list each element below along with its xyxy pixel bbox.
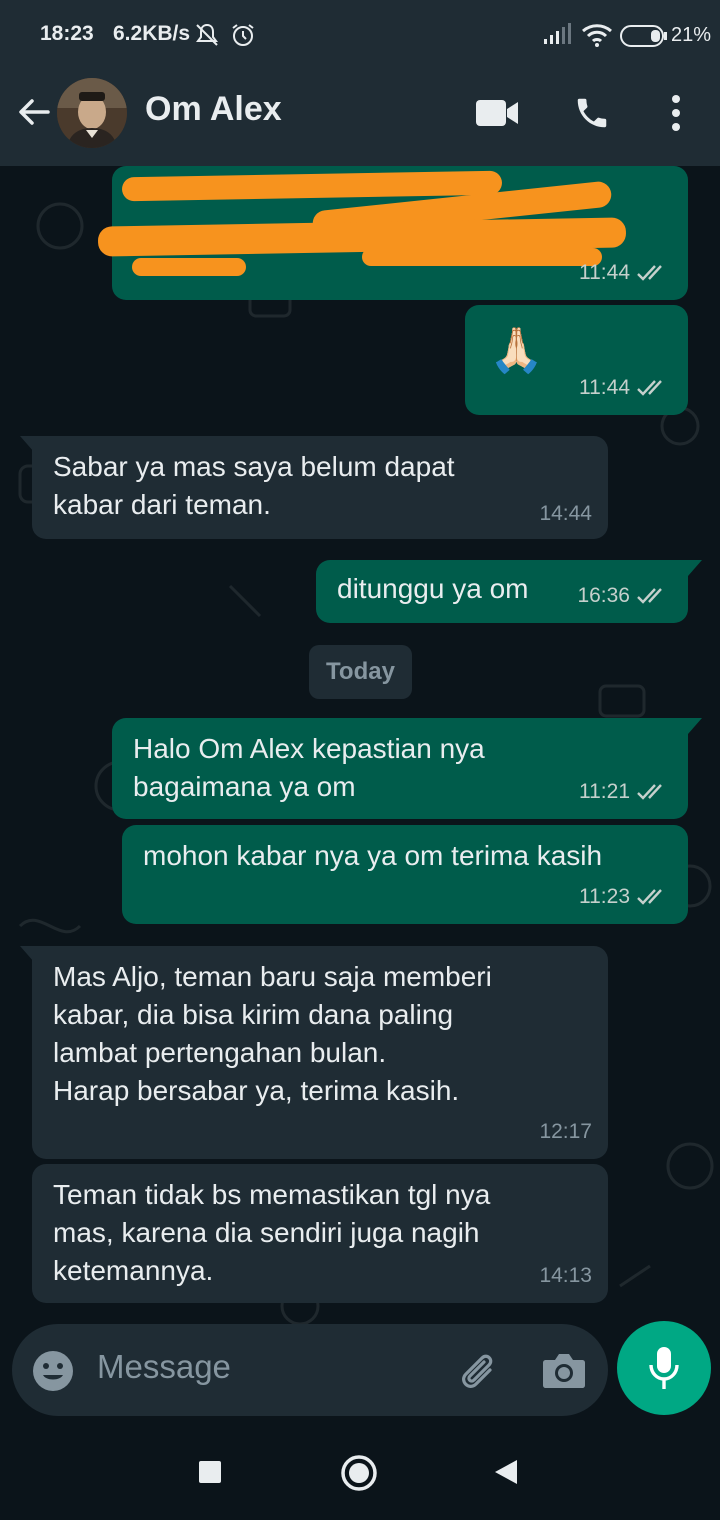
voice-record-button[interactable] — [617, 1321, 711, 1415]
redaction-scribble — [362, 248, 602, 266]
alarm-icon — [232, 24, 254, 46]
message-text: Sabar ya mas saya belum dapat kabar dari… — [53, 451, 455, 520]
message-time: 11:44 — [579, 376, 630, 399]
message-bubble-outgoing[interactable]: Halo Om Alex kepastian nya bagaimana ya … — [112, 718, 688, 819]
message-bubble-outgoing[interactable]: ditunggu ya om 16:36 — [316, 560, 688, 623]
redaction-scribble — [132, 258, 246, 276]
video-call-icon[interactable] — [475, 98, 519, 128]
message-meta: 11:44 — [579, 369, 668, 407]
voice-call-icon[interactable] — [573, 94, 611, 132]
chat-area[interactable]: 11:44 🙏🏻 11:44 Sabar ya mas saya belum d… — [0, 166, 720, 1328]
wifi-icon — [582, 24, 612, 47]
avatar-photo — [57, 78, 127, 148]
message-placeholder: Message — [97, 1348, 231, 1385]
contact-avatar[interactable] — [57, 78, 127, 148]
message-text: Mas Aljo, teman baru saja memberi kabar,… — [53, 961, 492, 1106]
status-bar: 18:23 6.2KB/s 21% — [0, 0, 720, 68]
composer-bar: Message — [0, 1321, 720, 1420]
message-meta: 16:36 — [577, 577, 668, 615]
message-bubble-outgoing[interactable]: 11:44 — [97, 166, 688, 300]
message-time: 16:36 — [577, 584, 630, 607]
message-time: 11:21 — [579, 780, 630, 803]
message-meta: 11:23 — [579, 878, 668, 916]
contact-name[interactable]: Om Alex — [145, 90, 282, 129]
recent-apps-icon[interactable] — [198, 1460, 222, 1484]
message-text: ditunggu ya om — [337, 573, 529, 604]
bubble-tail — [688, 560, 702, 576]
message-bubble-incoming[interactable]: Mas Aljo, teman baru saja memberi kabar,… — [32, 946, 608, 1159]
message-meta: 12:17 — [539, 1113, 592, 1151]
message-meta: 11:44 — [579, 254, 668, 292]
double-check-icon — [637, 380, 662, 396]
double-check-icon — [637, 588, 662, 604]
status-time: 18:23 — [40, 22, 94, 45]
attach-icon[interactable] — [454, 1348, 498, 1392]
message-time: 12:17 — [539, 1120, 592, 1143]
signal-icon — [544, 23, 571, 44]
bubble-tail — [688, 718, 702, 734]
emoji-icon[interactable] — [32, 1350, 74, 1392]
double-check-icon — [637, 265, 662, 281]
message-text: Teman tidak bs memastikan tgl nya mas, k… — [53, 1179, 491, 1286]
message-bubble-incoming[interactable]: Sabar ya mas saya belum dapat kabar dari… — [32, 436, 608, 539]
status-net-speed: 6.2KB/s — [113, 22, 191, 45]
back-nav-icon[interactable] — [493, 1458, 519, 1486]
home-icon[interactable] — [340, 1454, 378, 1492]
message-time: 11:44 — [579, 261, 630, 284]
battery-percent: 21% — [671, 24, 712, 46]
chat-header: Om Alex — [0, 68, 720, 166]
double-check-icon — [637, 889, 662, 905]
microphone-icon — [649, 1347, 679, 1389]
message-bubble-incoming[interactable]: Teman tidak bs memastikan tgl nya mas, k… — [32, 1164, 608, 1303]
back-arrow-icon[interactable] — [14, 92, 54, 132]
message-input[interactable]: Message — [12, 1324, 608, 1416]
more-options-icon[interactable] — [664, 94, 688, 132]
message-meta: 11:21 — [579, 773, 668, 811]
bell-off-icon — [196, 23, 218, 46]
message-time: 14:44 — [539, 502, 592, 525]
message-text: mohon kabar nya ya om terima kasih — [143, 840, 603, 871]
message-time: 11:23 — [579, 885, 630, 908]
message-bubble-outgoing[interactable]: mohon kabar nya ya om terima kasih 11:23 — [122, 825, 688, 924]
message-meta: 14:13 — [539, 1257, 592, 1295]
camera-icon[interactable] — [542, 1350, 586, 1390]
message-bubble-outgoing[interactable]: 🙏🏻 11:44 — [465, 305, 688, 415]
date-divider: Today — [309, 645, 412, 699]
message-meta: 14:44 — [539, 495, 592, 533]
message-time: 14:13 — [539, 1264, 592, 1287]
message-text: Halo Om Alex kepastian nya bagaimana ya … — [133, 733, 485, 802]
battery-icon — [620, 25, 667, 47]
double-check-icon — [637, 784, 662, 800]
system-nav-bar — [0, 1420, 720, 1520]
message-text: 🙏🏻 — [489, 326, 544, 375]
